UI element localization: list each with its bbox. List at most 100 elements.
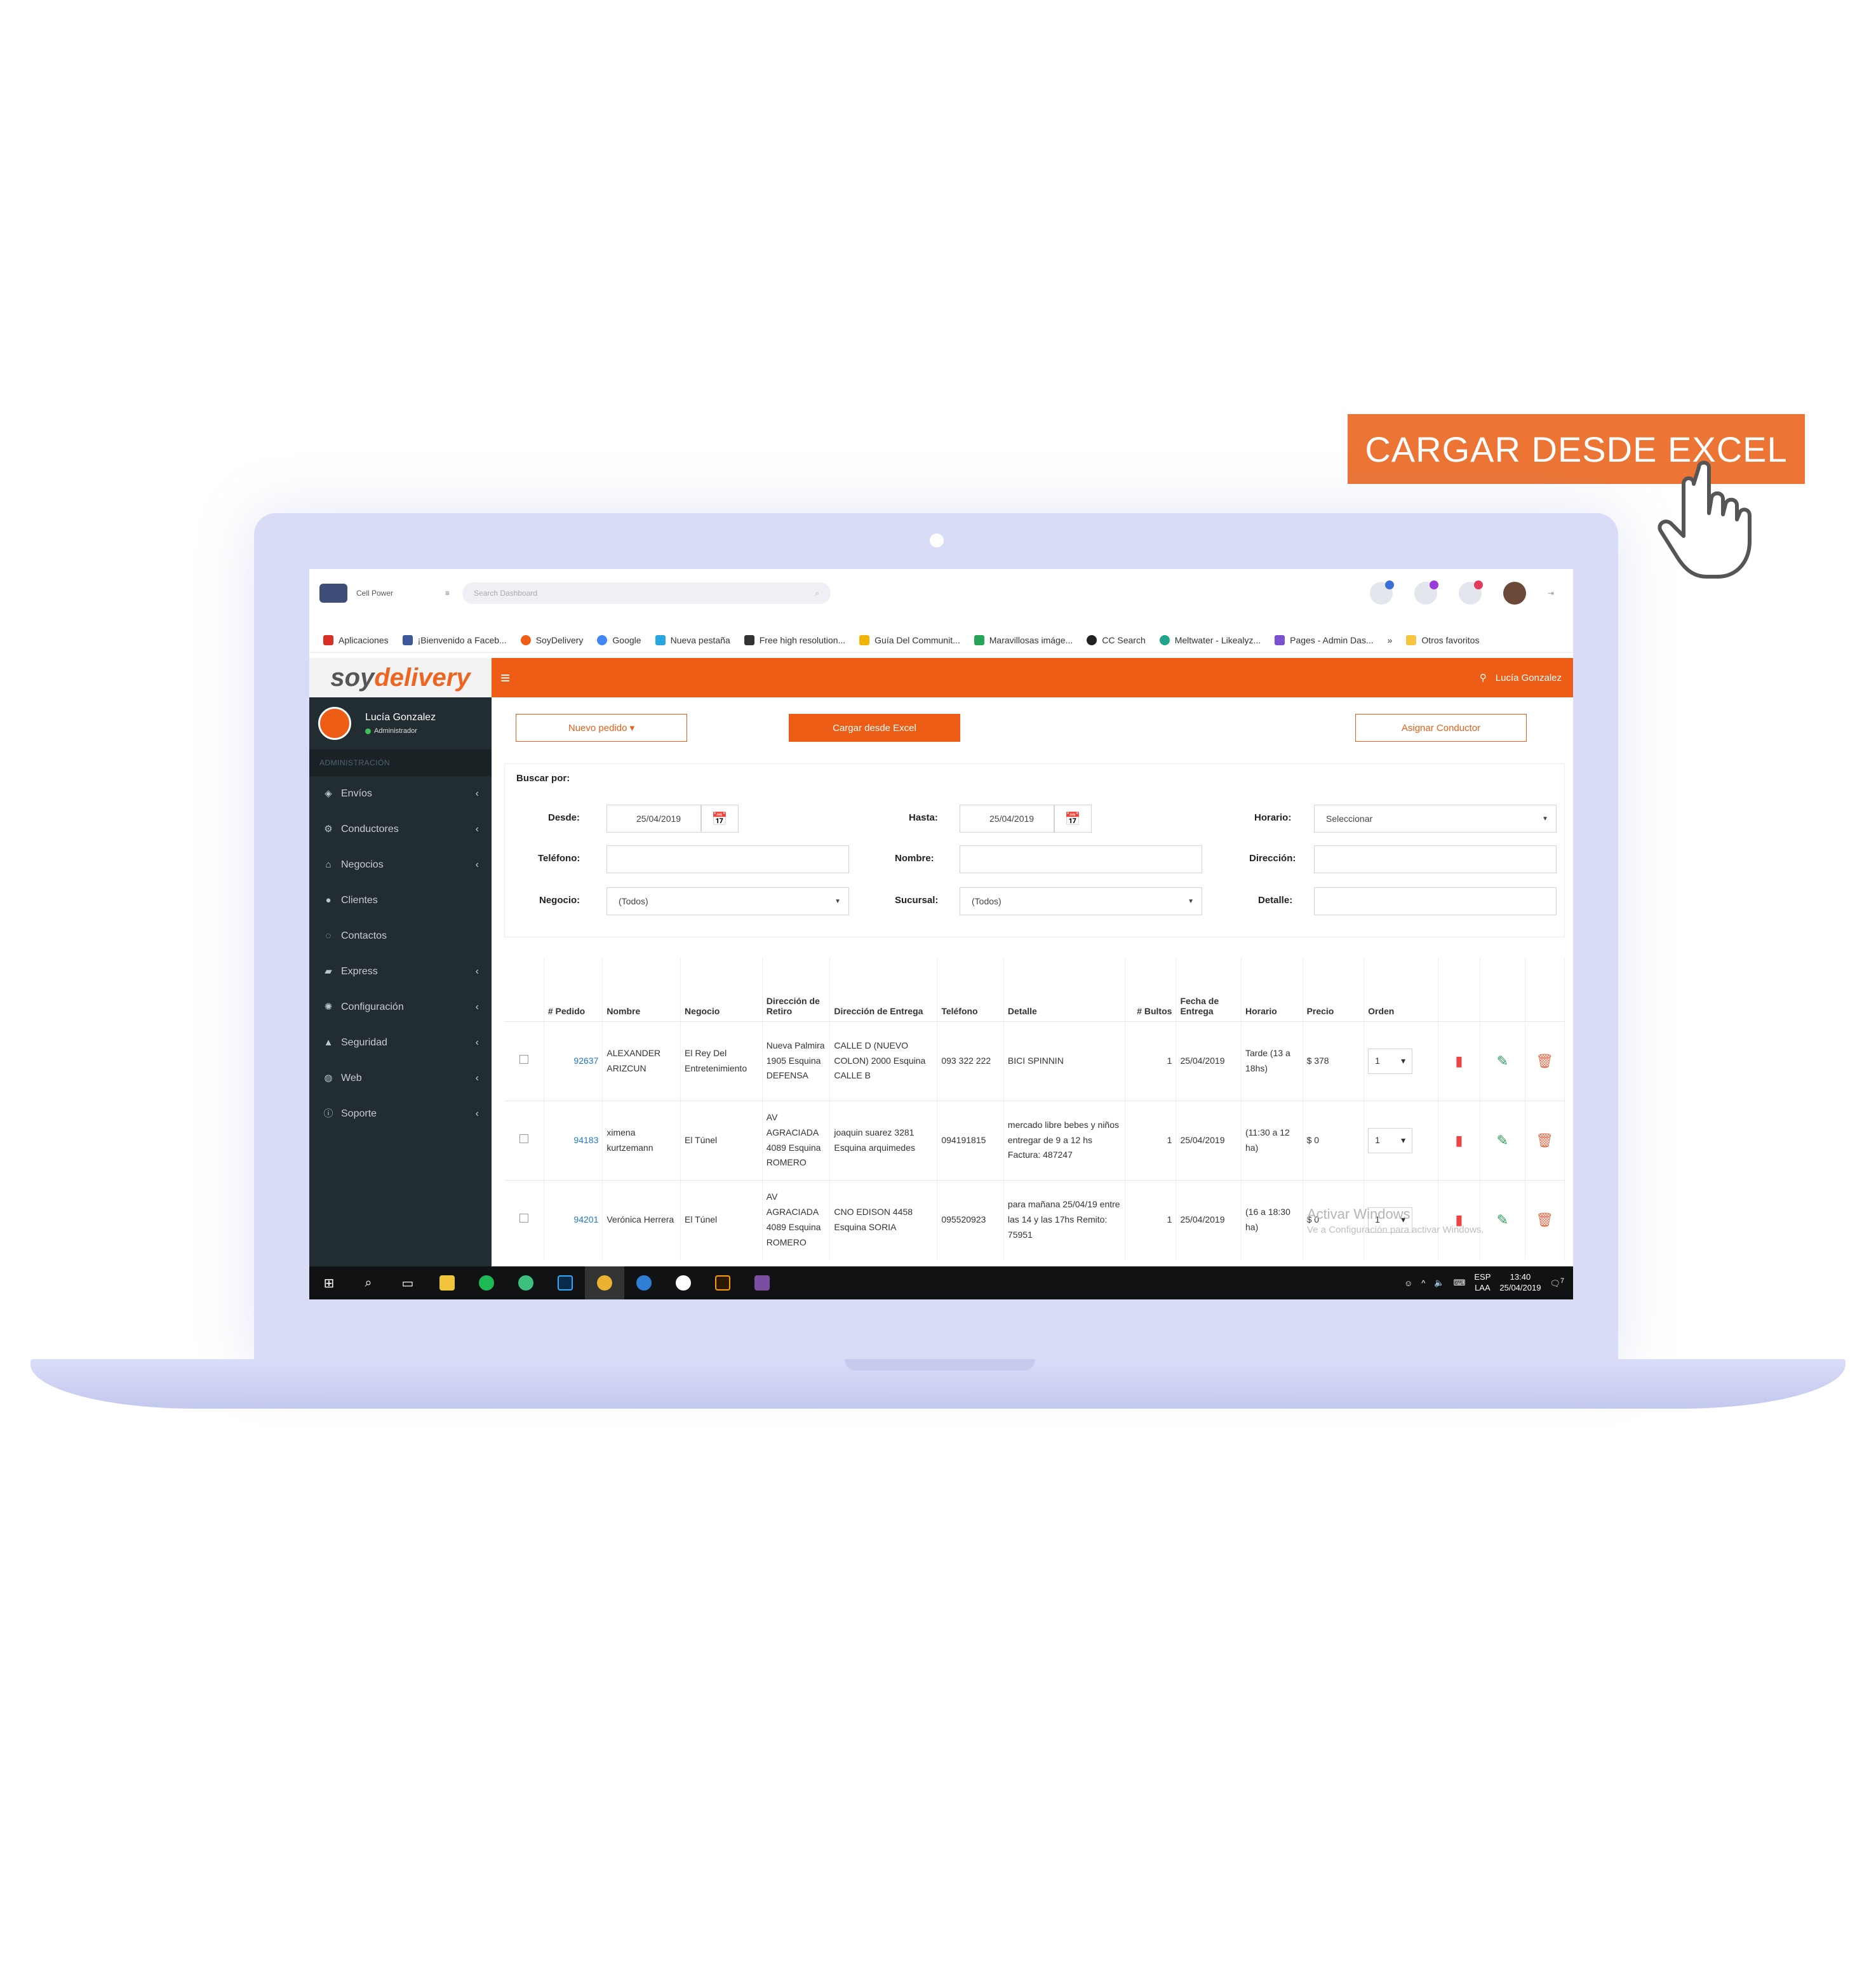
column-header[interactable]: Nombre: [602, 958, 681, 1021]
search-icon[interactable]: ⌕: [815, 589, 819, 598]
trash-icon[interactable]: 🗑: [1536, 1132, 1553, 1148]
bookmark-new-tab[interactable]: Nueva pestaña: [655, 634, 730, 645]
direccion-input[interactable]: [1314, 845, 1557, 873]
nombre-input[interactable]: [960, 845, 1202, 873]
column-header[interactable]: Dirección de Retiro: [762, 958, 831, 1021]
chevron-left-icon: ‹: [475, 1037, 479, 1048]
negocio-select[interactable]: (Todos) ▼: [606, 887, 849, 915]
hasta-input[interactable]: 25/04/2019: [960, 805, 1055, 833]
asignar-conductor-button[interactable]: Asignar Conductor: [1355, 714, 1527, 742]
bookmark-pages[interactable]: Pages - Admin Das...: [1275, 634, 1374, 645]
edit-icon[interactable]: ✎: [1497, 1212, 1508, 1228]
orden-select[interactable]: 1 ▾: [1368, 1048, 1413, 1074]
trash-icon[interactable]: 🗑: [1536, 1212, 1553, 1228]
bookmark-meltwater[interactable]: Meltwater - Likealyz...: [1159, 634, 1261, 645]
keyboard-icon[interactable]: ⌨: [1454, 1278, 1466, 1288]
column-header[interactable]: # Bultos: [1125, 958, 1177, 1021]
calendar-icon[interactable]: 📅: [700, 805, 739, 833]
sidebar-item-clientes[interactable]: ● Clientes: [309, 883, 492, 918]
network-app-icon[interactable]: [506, 1266, 546, 1299]
bookmark-soydelivery[interactable]: SoyDelivery: [520, 634, 583, 645]
bookmark-others[interactable]: Otros favoritos: [1406, 634, 1479, 645]
sidebar-item-contactos[interactable]: ◌ Contactos: [309, 918, 492, 954]
sidebar-item-conductores[interactable]: ⚙ Conductores ‹: [309, 812, 492, 847]
people-icon[interactable]: ☺: [1404, 1278, 1412, 1288]
winrar-icon[interactable]: [742, 1266, 782, 1299]
xbox-icon[interactable]: [664, 1266, 703, 1299]
column-header[interactable]: # Pedido: [544, 958, 603, 1021]
windows-start-icon[interactable]: ⊞: [309, 1266, 349, 1299]
cell-pedido[interactable]: 92637: [544, 1021, 603, 1101]
orden-select[interactable]: 1 ▾: [1368, 1127, 1413, 1153]
illustrator-icon[interactable]: [703, 1266, 742, 1299]
detalle-input[interactable]: [1314, 887, 1557, 915]
pdf-icon[interactable]: ▮: [1455, 1132, 1463, 1148]
brand-logo[interactable]: soy delivery: [309, 658, 492, 697]
edit-icon[interactable]: ✎: [1497, 1053, 1508, 1069]
sidebar-toggle-icon[interactable]: ≡: [500, 668, 510, 688]
clock[interactable]: 13:40 25/04/2019: [1499, 1272, 1541, 1294]
column-header[interactable]: Fecha de Entrega: [1176, 958, 1242, 1021]
notification-center-icon[interactable]: 🗨7: [1550, 1277, 1564, 1289]
notification-icon[interactable]: [1369, 580, 1394, 605]
sidebar-item-soporte[interactable]: ⓘ Soporte ‹: [309, 1096, 492, 1132]
row-checkbox[interactable]: [519, 1213, 528, 1223]
bookmark-apps[interactable]: Aplicaciones: [323, 634, 389, 645]
bookmark-maravillosas[interactable]: Maravillosas imáge...: [974, 634, 1073, 645]
menu-icon[interactable]: ≡: [445, 589, 450, 598]
avatar[interactable]: [1503, 582, 1526, 605]
calendar-icon[interactable]: 📅: [1054, 805, 1092, 833]
header-user[interactable]: ⚲ Lucía Gonzalez: [1480, 672, 1562, 684]
column-header[interactable]: Dirección de Entrega: [829, 958, 938, 1021]
sidebar-item-configuracion[interactable]: ✺ Configuración ‹: [309, 989, 492, 1025]
edge-icon[interactable]: [624, 1266, 664, 1299]
column-header[interactable]: Teléfono: [937, 958, 1004, 1021]
spotify-icon[interactable]: [467, 1266, 506, 1299]
bookmark-guia[interactable]: Guía Del Communit...: [859, 634, 960, 645]
pdf-icon[interactable]: ▮: [1455, 1053, 1463, 1069]
bookmark-free-hires[interactable]: Free high resolution...: [744, 634, 845, 645]
chevron-up-icon[interactable]: ^: [1421, 1278, 1425, 1288]
message-icon[interactable]: [1414, 580, 1438, 605]
sidebar-item-envios[interactable]: ◈ Envíos ‹: [309, 776, 492, 812]
search-input[interactable]: Search Dashboard ⌕: [462, 582, 831, 604]
clock-date: 25/04/2019: [1499, 1283, 1541, 1292]
column-header[interactable]: Orden: [1363, 958, 1438, 1021]
table-row[interactable]: 92637 ALEXANDER ARIZCUN El Rey Del Entrete…: [504, 1021, 1565, 1101]
column-header[interactable]: Horario: [1241, 958, 1303, 1021]
file-explorer-icon[interactable]: [427, 1266, 467, 1299]
bookmark-facebook[interactable]: ¡Bienvenido a Faceb...: [402, 634, 507, 645]
edit-icon[interactable]: ✎: [1497, 1132, 1508, 1148]
cell-pedido[interactable]: 94183: [544, 1100, 603, 1180]
sidebar-item-web[interactable]: ◍ Web ‹: [309, 1061, 492, 1096]
volume-icon[interactable]: 🔈: [1434, 1278, 1444, 1288]
cell-telefono: 093 322 222: [937, 1021, 1004, 1101]
sucursal-select[interactable]: (Todos) ▼: [960, 887, 1202, 915]
row-checkbox[interactable]: [519, 1134, 528, 1143]
task-view-icon[interactable]: ▭: [388, 1266, 427, 1299]
bookmark-cc-search[interactable]: CC Search: [1087, 634, 1146, 645]
column-header[interactable]: Negocio: [680, 958, 763, 1021]
cell-pedido[interactable]: 94201: [544, 1179, 603, 1259]
expand-icon[interactable]: ⇥: [1548, 589, 1554, 598]
column-header[interactable]: Detalle: [1003, 958, 1125, 1021]
column-header[interactable]: Precio: [1303, 958, 1365, 1021]
trash-icon[interactable]: 🗑: [1536, 1053, 1553, 1069]
alert-icon[interactable]: [1458, 580, 1483, 605]
cargar-excel-button[interactable]: Cargar desde Excel: [789, 714, 960, 742]
search-icon[interactable]: ⌕: [349, 1266, 388, 1299]
table-row[interactable]: 94183 ximena kurtzemann El Túnel AV AGRACIA…: [504, 1100, 1565, 1180]
row-checkbox[interactable]: [519, 1054, 528, 1064]
nuevo-pedido-button[interactable]: Nuevo pedido ▾: [516, 714, 687, 742]
sidebar-item-seguridad[interactable]: ▲ Seguridad ‹: [309, 1025, 492, 1061]
bookmark-google[interactable]: Google: [597, 634, 641, 645]
telefono-input[interactable]: [606, 845, 849, 873]
sidebar-item-negocios[interactable]: ⌂ Negocios ‹: [309, 847, 492, 883]
chrome-icon[interactable]: [585, 1266, 624, 1299]
photoshop-icon[interactable]: [546, 1266, 585, 1299]
horario-select[interactable]: Seleccionar ▼: [1314, 805, 1557, 833]
bookmark-more[interactable]: »: [1388, 635, 1393, 645]
language-indicator[interactable]: ESP LAA: [1474, 1272, 1491, 1294]
desde-input[interactable]: 25/04/2019: [606, 805, 702, 833]
sidebar-item-express[interactable]: ▰ Express ‹: [309, 954, 492, 989]
